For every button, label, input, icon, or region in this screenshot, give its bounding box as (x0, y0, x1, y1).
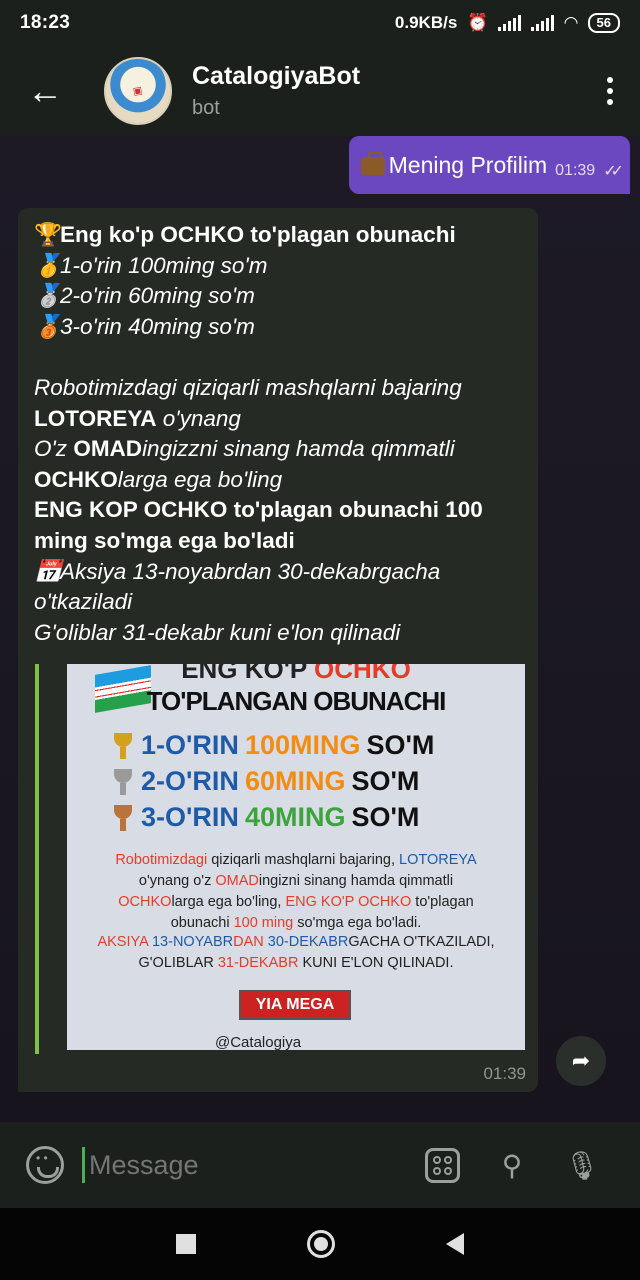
incoming-message-text: 🏆Eng ko'p OCHKO to'plagan obunachi 🥇1-o'… (34, 220, 538, 648)
msg-line-4: 3-o'rin 40ming so'm (60, 313, 255, 339)
avatar-logo-icon: ▣ (132, 84, 144, 98)
poster-heading-1: ENG KO'P OCHKO (181, 664, 411, 684)
chat-subtitle: bot (192, 97, 220, 119)
msg-line-11: Aksiya 13-noyabrdan 30-dekabrgacha (60, 558, 441, 584)
outgoing-label: Mening Profilim (388, 151, 548, 178)
message-input[interactable] (82, 1147, 402, 1183)
poster-logo: YIA MEGA (239, 990, 351, 1020)
outgoing-message-text: Mening Profilim (360, 151, 548, 179)
avatar[interactable]: ▣ (104, 57, 172, 125)
msg-line-6: o'ynang (156, 405, 241, 431)
incoming-time: 01:39 (483, 1064, 526, 1083)
emoji-icon[interactable] (26, 1146, 64, 1184)
chat-header: ← ▣ CatalogiyaBot bot (0, 46, 640, 136)
bronze-trophy-icon (111, 804, 135, 831)
msg-line-8-bold: OCHKO (34, 466, 118, 492)
msg-line-8: larga ega bo'ling (117, 466, 283, 492)
msg-line-2: 1-o'rin 100ming so'm (60, 252, 268, 278)
msg-line-13: G'oliblar 31-dekabr kuni e'lon qilinadi (34, 619, 401, 645)
double-check-icon: ✓✓ (603, 163, 624, 180)
home-icon[interactable] (306, 1230, 335, 1258)
gold-medal-icon: 🥇 (34, 252, 63, 278)
image-preview[interactable]: ENG KO'P OCHKO TO'PLANGAN OBUNACHI 1-O'R… (35, 664, 525, 1054)
poster-body-text: Robotimizdagi qiziqarli mashqlarni bajar… (115, 852, 477, 931)
silver-trophy-icon (111, 768, 135, 795)
briefcase-icon (360, 151, 385, 175)
message-composer: ⚲ 🎙 (0, 1122, 640, 1208)
more-menu-icon[interactable] (580, 77, 640, 105)
msg-line-1: Eng ko'p OCHKO to'plagan obunachi (60, 222, 456, 247)
share-forward-icon[interactable]: ➦ (556, 1036, 606, 1086)
poster-image[interactable]: ENG KO'P OCHKO TO'PLANGAN OBUNACHI 1-O'R… (67, 664, 525, 1050)
bot-commands-icon[interactable] (422, 1145, 462, 1185)
silver-medal-icon: 🥈 (34, 283, 63, 309)
battery-icon: 56 (587, 13, 620, 33)
incoming-message[interactable]: 🏆Eng ko'p OCHKO to'plagan obunachi 🥇1-o'… (18, 208, 538, 1092)
gold-trophy-icon (111, 732, 135, 759)
outgoing-message[interactable]: Mening Profilim 01:39 ✓✓ (348, 136, 630, 194)
status-icons: 0.9KB/s ⏰ ◠ 56 (395, 13, 620, 33)
poster-heading-2: TO'PLANGAN OBUNACHI (146, 686, 447, 716)
msg-line-7-bold: OMAD (73, 436, 143, 462)
nav-back-icon[interactable] (446, 1233, 465, 1255)
status-time: 18:23 (20, 12, 71, 33)
msg-line-3: 2-o'rin 60ming so'm (60, 283, 255, 309)
msg-line-9: ENG KOP OCHKO to'plagan obunachi 100 (34, 497, 483, 523)
calendar-icon: 📅 (34, 558, 63, 584)
msg-line-7: ingizzni sinang hamda qimmatli (142, 436, 455, 462)
poster-footer-text: AKSIYA 13-NOYABRDAN 30-DEKABRGACHA O'TKA… (97, 934, 495, 971)
back-arrow-icon[interactable]: ← (0, 46, 90, 136)
signal-icon-2 (531, 15, 555, 31)
outgoing-time: 01:39 (555, 162, 596, 179)
msg-line-7a: O'z (34, 436, 74, 462)
msg-line-10: ming so'mga ega bo'ladi (34, 527, 295, 553)
network-speed: 0.9KB/s (394, 13, 458, 32)
status-bar: 18:23 0.9KB/s ⏰ ◠ 56 (0, 0, 640, 46)
recent-apps-icon[interactable] (175, 1234, 196, 1254)
microphone-icon[interactable]: 🎙 (562, 1145, 602, 1185)
alarm-icon: ⏰ (467, 13, 489, 32)
chat-title: CatalogiyaBot (192, 62, 361, 90)
chat-area[interactable]: Mening Profilim 01:39 ✓✓ 🏆Eng ko'p OCHKO… (0, 136, 640, 1122)
chat-title-block[interactable]: CatalogiyaBot bot (192, 62, 360, 120)
poster-prize-row: 2-O'RIN 60MING SO'M (111, 766, 419, 797)
poster-handle: @Catalogiya (215, 1034, 302, 1050)
bronze-medal-icon: 🥉 (34, 313, 63, 339)
msg-line-6-bold: LOTOREYA (34, 405, 157, 431)
signal-icon (498, 15, 522, 31)
poster-prize-row: 3-O'RIN 40MING SO'M (111, 802, 419, 833)
msg-line-12: o'tkaziladi (34, 589, 133, 615)
wifi-icon: ◠ (564, 13, 578, 32)
attach-icon[interactable]: ⚲ (492, 1145, 532, 1185)
poster-prize-row: 1-O'RIN 100MING SO'M (111, 730, 434, 761)
trophy-icon: 🏆 (34, 222, 63, 247)
msg-line-5: Robotimizdagi qiziqarli mashqlarni bajar… (34, 374, 462, 400)
android-nav-bar (0, 1208, 640, 1280)
